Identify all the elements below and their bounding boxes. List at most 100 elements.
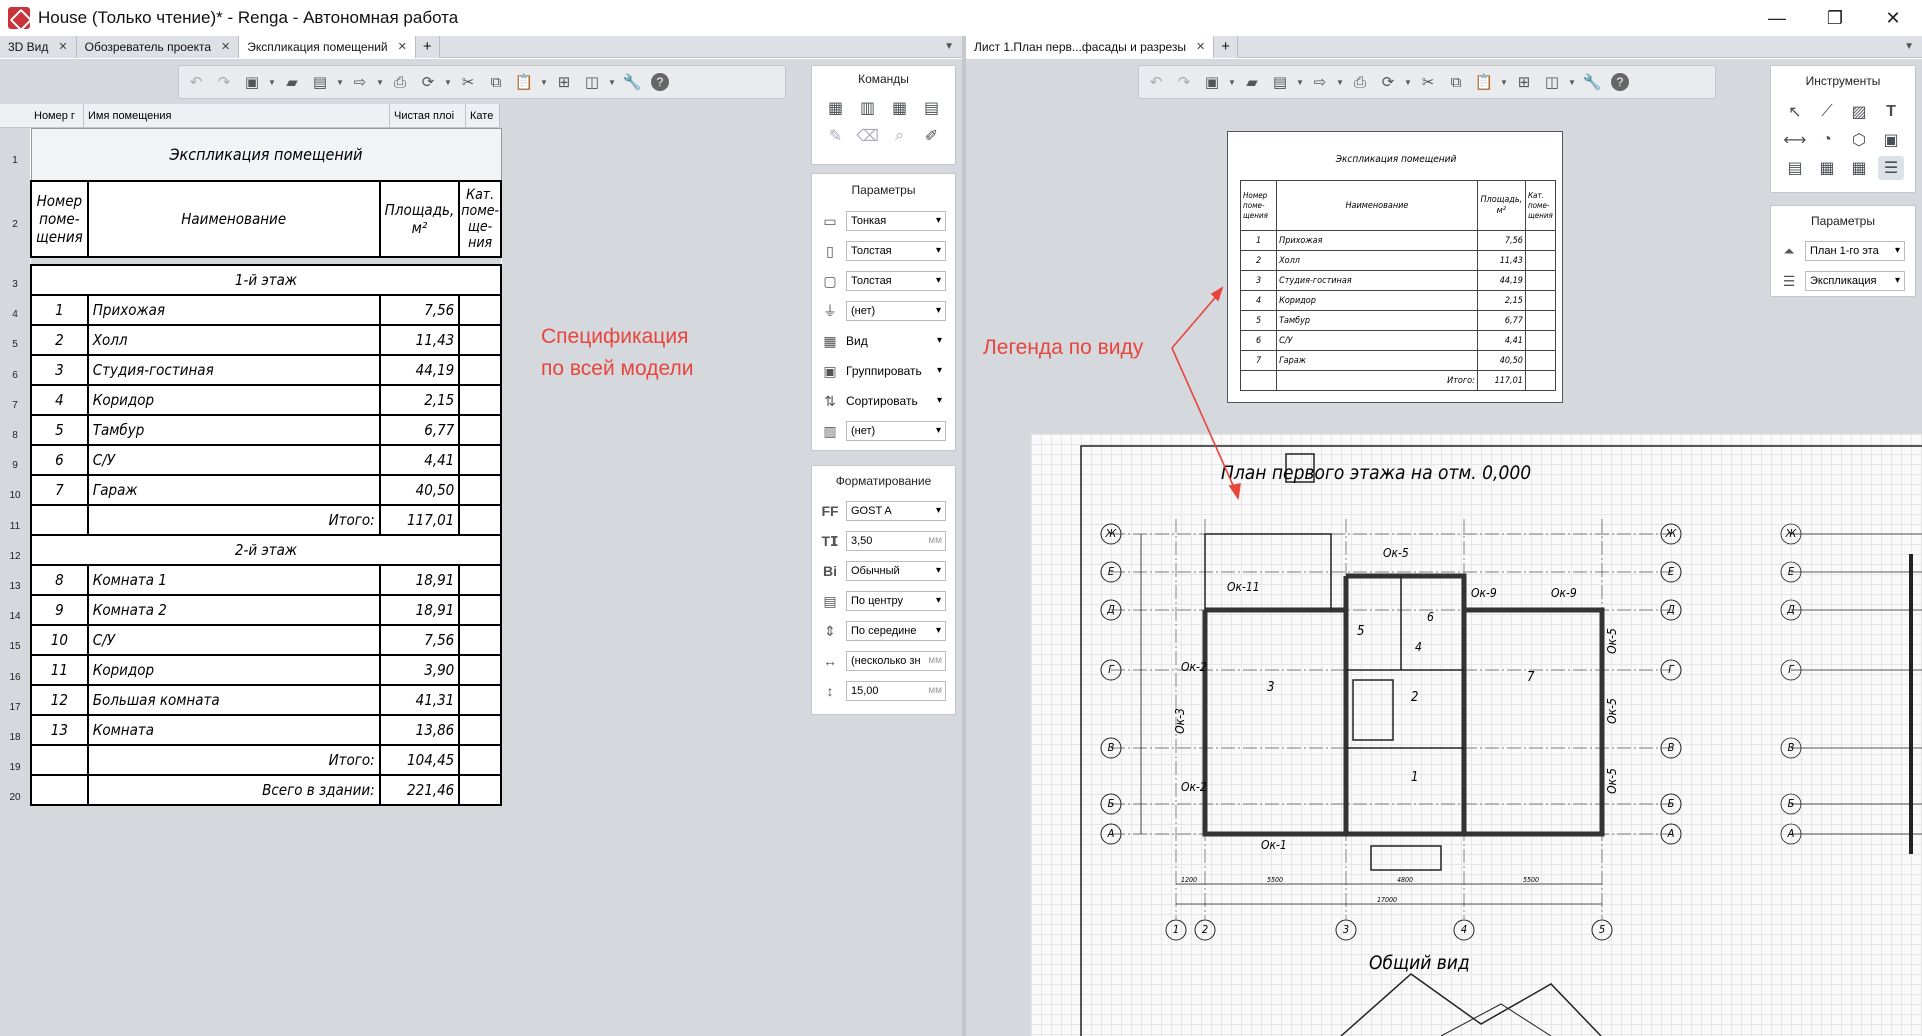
border-line-select[interactable]: Толстая: [846, 271, 946, 291]
minimize-button[interactable]: —: [1748, 0, 1806, 36]
room-area-cell[interactable]: 2,15: [378, 383, 461, 416]
tab-sheet-1[interactable]: Лист 1.План перв...фасады и разрезы ✕: [966, 36, 1215, 58]
room-category-cell[interactable]: [458, 293, 502, 326]
room-area-cell[interactable]: 18,91: [378, 563, 461, 596]
row-number[interactable]: 11: [0, 512, 30, 542]
grid-icon[interactable]: ▦: [1846, 156, 1872, 180]
row-number[interactable]: 5: [0, 330, 30, 360]
marker-icon[interactable]: ◔: [1814, 128, 1840, 152]
grand-total-label[interactable]: Всего в здании:: [86, 773, 381, 806]
chevron-down-icon[interactable]: ▼: [1335, 70, 1345, 94]
room-category-cell[interactable]: [458, 473, 502, 506]
row-number[interactable]: 20: [0, 783, 30, 813]
tab-3d-view[interactable]: 3D Вид ✕: [0, 36, 77, 58]
column-header[interactable]: Кате: [466, 104, 500, 128]
redo-icon[interactable]: ↷: [211, 70, 237, 94]
table-cell[interactable]: [30, 503, 89, 536]
total-1-area[interactable]: 117,01: [378, 503, 461, 536]
halign-select[interactable]: По центру: [846, 591, 946, 611]
room-category-cell[interactable]: [458, 443, 502, 476]
row-number[interactable]: 14: [0, 602, 30, 632]
table-cell[interactable]: [458, 503, 502, 536]
row-number[interactable]: 2: [0, 186, 30, 264]
maximize-button[interactable]: ❐: [1806, 0, 1864, 36]
chevron-down-icon[interactable]: ▼: [1227, 70, 1237, 94]
room-name-cell[interactable]: Комната 1: [86, 563, 381, 596]
room-category-cell[interactable]: [458, 383, 502, 416]
save-icon[interactable]: ▤: [307, 70, 333, 94]
copy-icon[interactable]: ⧉: [1443, 70, 1469, 94]
room-category-cell[interactable]: [458, 353, 502, 386]
room-number-cell[interactable]: 5: [30, 413, 89, 446]
chevron-down-icon[interactable]: ▼: [443, 70, 453, 94]
filter-select[interactable]: (нет): [846, 301, 946, 321]
table-cell[interactable]: [458, 773, 502, 806]
legend-tool-icon[interactable]: ☰: [1878, 156, 1904, 180]
room-area-cell[interactable]: 3,90: [378, 653, 461, 686]
room-category-cell[interactable]: [458, 413, 502, 446]
save-icon[interactable]: ▤: [1267, 70, 1293, 94]
close-icon[interactable]: ✕: [398, 36, 407, 58]
room-area-cell[interactable]: 7,56: [378, 293, 461, 326]
row-number[interactable]: 8: [0, 421, 30, 451]
table-cell[interactable]: [458, 743, 502, 776]
wrench-icon[interactable]: 🔧: [1579, 70, 1605, 94]
open-folder-icon[interactable]: ▰: [1239, 70, 1265, 94]
room-number-cell[interactable]: 4: [30, 383, 89, 416]
room-name-cell[interactable]: Прихожая: [86, 293, 381, 326]
level-select[interactable]: План 1-го эта: [1805, 241, 1905, 261]
row-number[interactable]: 9: [0, 451, 30, 481]
column-header[interactable]: Номер г: [30, 104, 84, 128]
edit-row-icon[interactable]: ✎: [823, 124, 849, 148]
properties-icon[interactable]: ⊞: [1511, 70, 1537, 94]
undo-icon[interactable]: ↶: [183, 70, 209, 94]
header-category[interactable]: Кат. поме-ще-ния: [458, 179, 502, 258]
floor-2-header[interactable]: 2-й этаж: [30, 533, 502, 566]
layers-icon[interactable]: ◫: [579, 70, 605, 94]
chevron-down-icon[interactable]: ▼: [335, 70, 345, 94]
room-number-cell[interactable]: 12: [30, 683, 89, 716]
redo-icon[interactable]: ↷: [1171, 70, 1197, 94]
outer-line-select[interactable]: Толстая: [846, 241, 946, 261]
row-number[interactable]: 3: [0, 270, 30, 300]
room-name-cell[interactable]: Тамбур: [86, 413, 381, 446]
room-area-cell[interactable]: 6,77: [378, 413, 461, 446]
row-number[interactable]: 19: [0, 753, 30, 783]
room-number-cell[interactable]: 6: [30, 443, 89, 476]
room-area-cell[interactable]: 44,19: [378, 353, 461, 386]
row-number[interactable]: 6: [0, 361, 30, 391]
cube-icon[interactable]: ▣: [239, 70, 265, 94]
row-number[interactable]: 16: [0, 663, 30, 693]
room-name-cell[interactable]: Холл: [86, 323, 381, 356]
chevron-down-icon[interactable]: ▼: [375, 70, 385, 94]
sync-icon[interactable]: ⟳: [415, 70, 441, 94]
row-number[interactable]: 7: [0, 391, 30, 421]
close-button[interactable]: ✕: [1864, 0, 1922, 36]
room-number-cell[interactable]: 1: [30, 293, 89, 326]
column-width-input[interactable]: (несколько зн мм: [846, 651, 946, 671]
font-size-input[interactable]: 3,50 мм: [846, 531, 946, 551]
dimension-icon[interactable]: ⟷: [1782, 128, 1808, 152]
room-name-cell[interactable]: Комната 2: [86, 593, 381, 626]
room-category-cell[interactable]: [458, 683, 502, 716]
total-1-label[interactable]: Итого:: [86, 503, 381, 536]
chevron-down-icon[interactable]: ▼: [1403, 70, 1413, 94]
tab-list-chevron-icon[interactable]: ▼: [944, 36, 954, 58]
tab-list-chevron-icon[interactable]: ▼: [1904, 36, 1914, 58]
table-cell[interactable]: [30, 773, 89, 806]
paste-icon[interactable]: 📋: [511, 70, 537, 94]
export-icon[interactable]: ⇨: [1307, 70, 1333, 94]
room-name-cell[interactable]: С/У: [86, 623, 381, 656]
row-number[interactable]: 12: [0, 542, 30, 572]
hatch-icon[interactable]: ▨: [1846, 100, 1872, 124]
room-name-cell[interactable]: Студия-гостиная: [86, 353, 381, 386]
table-grid-icon[interactable]: ▤: [919, 96, 945, 120]
row-number[interactable]: 13: [0, 572, 30, 602]
font-select[interactable]: GOST A: [846, 501, 946, 521]
column-header[interactable]: Чистая плоі: [390, 104, 466, 128]
room-area-cell[interactable]: 7,56: [378, 623, 461, 656]
row-number[interactable]: 4: [0, 300, 30, 330]
room-number-cell[interactable]: 7: [30, 473, 89, 506]
grand-total-area[interactable]: 221,46: [378, 773, 461, 806]
table-insert-icon[interactable]: ▦: [823, 96, 849, 120]
